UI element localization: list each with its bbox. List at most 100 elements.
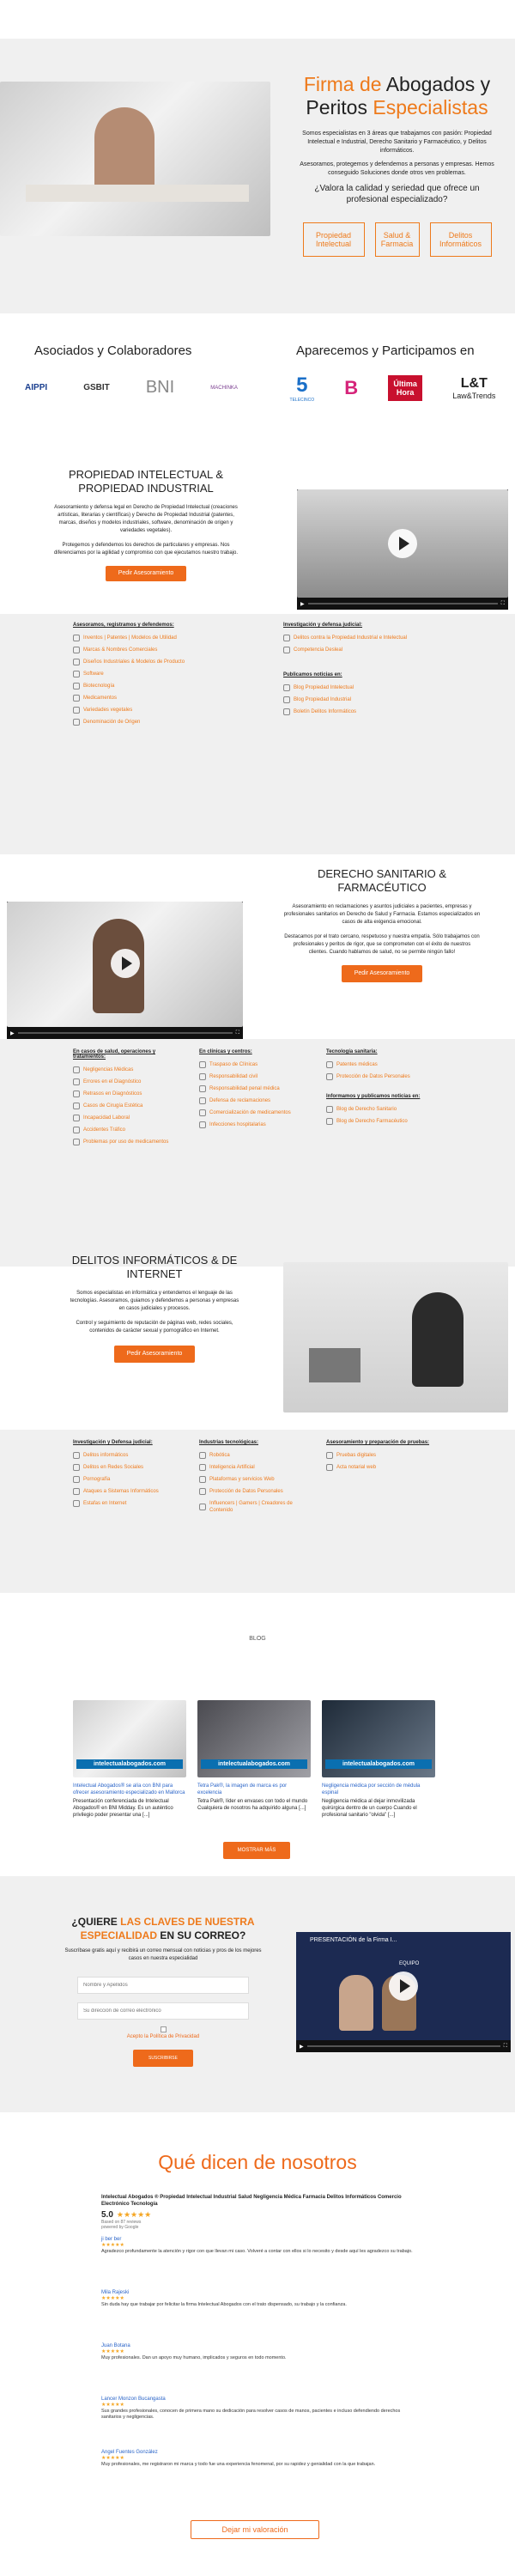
- play-small-icon[interactable]: ▶: [300, 601, 305, 607]
- san-list-3-item-label[interactable]: Protección de Datos Personales: [336, 1073, 410, 1080]
- del-list-2-item[interactable]: Robótica: [199, 1452, 315, 1459]
- pi-list-1-item[interactable]: Software: [73, 671, 236, 677]
- delitos-informaticos-button[interactable]: Delitos Informáticos: [429, 222, 492, 257]
- del-list-2-item-label[interactable]: Inteligencia Artificial: [209, 1464, 255, 1471]
- san-list-1-item-label[interactable]: Retrasos en Diagnósticos: [83, 1091, 142, 1097]
- san-list-1-item[interactable]: Negligencias Médicas: [73, 1066, 185, 1073]
- name-input[interactable]: [77, 1977, 249, 1994]
- san-list-1-item[interactable]: Problemas por uso de medicamentos: [73, 1139, 185, 1145]
- del-list-3-item-label[interactable]: Pruebas digitales: [336, 1452, 376, 1459]
- san-list-2-item[interactable]: Comercialización de medicamentos: [199, 1109, 311, 1116]
- del-list-1-item-label[interactable]: Delitos en Redes Sociales: [83, 1464, 143, 1471]
- san-list-1-item-label[interactable]: Incapacidad Laboral: [83, 1115, 130, 1121]
- video-progress[interactable]: [306, 2045, 500, 2047]
- play-icon[interactable]: [389, 1971, 418, 2001]
- del-list-1-item[interactable]: Delitos informáticos: [73, 1452, 189, 1459]
- del-list-2-item-label[interactable]: Protección de Datos Personales: [209, 1488, 283, 1495]
- pi-list-3-item-label[interactable]: Blog Propiedad Intelectual: [294, 684, 354, 691]
- del-list-3-item[interactable]: Pruebas digitales: [326, 1452, 446, 1459]
- san-list-2-item[interactable]: Responsabilidad civil: [199, 1073, 311, 1080]
- san-list-1-item[interactable]: Accidentes Tráfico: [73, 1127, 185, 1133]
- sanitario-advice-button[interactable]: Pedir Asesoramiento: [342, 965, 422, 982]
- blog-card-2-image[interactable]: intelectualabogados.com: [197, 1700, 311, 1777]
- san-list-4-item-label[interactable]: Blog de Derecho Farmacéutico: [336, 1118, 408, 1125]
- leave-review-button[interactable]: Dejar mi valoración: [191, 2520, 319, 2539]
- san-list-1-item-label[interactable]: Problemas por uso de medicamentos: [83, 1139, 168, 1145]
- del-list-2-item[interactable]: Protección de Datos Personales: [199, 1488, 315, 1495]
- pi-list-1-item-label[interactable]: Software: [83, 671, 104, 677]
- privacy-label[interactable]: Acepto la Política de Privacidad: [127, 2034, 199, 2039]
- pi-advice-button[interactable]: Pedir Asesoramiento: [106, 566, 186, 581]
- san-list-1-item[interactable]: Casos de Cirugía Estética: [73, 1103, 185, 1109]
- san-list-2-item[interactable]: Defensa de reclamaciones: [199, 1097, 311, 1104]
- san-list-3-item[interactable]: Protección de Datos Personales: [326, 1073, 442, 1080]
- san-list-3-item[interactable]: Patentes médicas: [326, 1061, 442, 1068]
- pi-list-1-item[interactable]: Variedades vegetales: [73, 707, 236, 714]
- san-list-1-item[interactable]: Incapacidad Laboral: [73, 1115, 185, 1121]
- pi-list-1-item-label[interactable]: Diseños Industriales & Modelos de Produc…: [83, 659, 185, 665]
- del-list-1-item[interactable]: Pornografía: [73, 1476, 189, 1483]
- pi-list-1-item-label[interactable]: Inventos | Patentes | Modelos de Utilida…: [83, 635, 177, 641]
- del-list-1-item[interactable]: Ataques a Sistemas Informáticos: [73, 1488, 189, 1495]
- pi-list-1-item-label[interactable]: Variedades vegetales: [83, 707, 132, 714]
- del-list-1-item-label[interactable]: Delitos informáticos: [83, 1452, 128, 1459]
- pi-list-1-item-label[interactable]: Biotecnología: [83, 683, 114, 690]
- del-list-1-item[interactable]: Delitos en Redes Sociales: [73, 1464, 189, 1471]
- pi-list-3-item[interactable]: Blog Propiedad Intelectual: [283, 684, 438, 691]
- salud-farmacia-button[interactable]: Salud & Farmacia: [374, 222, 420, 257]
- pi-list-2-item-label[interactable]: Competencia Desleal: [294, 647, 342, 653]
- blog-card-3[interactable]: intelectualabogados.com Negligencia médi…: [322, 1700, 435, 1819]
- fullscreen-icon[interactable]: ⛶: [501, 601, 505, 607]
- del-list-3-item[interactable]: Acta notarial web: [326, 1464, 446, 1471]
- del-list-2-item[interactable]: Influencers | Gamers | Creadores de Cont…: [199, 1500, 315, 1514]
- del-list-1-item-label[interactable]: Estafas en Internet: [83, 1500, 126, 1507]
- san-list-1-item[interactable]: Retrasos en Diagnósticos: [73, 1091, 185, 1097]
- del-list-2-item[interactable]: Plataformas y servicios Web: [199, 1476, 315, 1483]
- san-list-2-item-label[interactable]: Responsabilidad civil: [209, 1073, 258, 1080]
- san-list-2-item[interactable]: Infecciones hospitalarias: [199, 1121, 311, 1128]
- subscribe-button[interactable]: SUSCRIBIRSE: [133, 2050, 193, 2067]
- delitos-advice-button[interactable]: Pedir Asesoramiento: [114, 1346, 195, 1363]
- play-small-icon[interactable]: ▶: [300, 2044, 304, 2050]
- pi-list-1-item[interactable]: Marcas & Nombres Comerciales: [73, 647, 236, 653]
- san-list-4-item[interactable]: Blog de Derecho Sanitario: [326, 1106, 442, 1113]
- play-icon[interactable]: [110, 949, 140, 978]
- san-list-1-item[interactable]: Errores en el Diagnóstico: [73, 1078, 185, 1085]
- san-list-2-item-label[interactable]: Traspaso de Clínicas: [209, 1061, 258, 1068]
- san-list-2-item-label[interactable]: Comercialización de medicamentos: [209, 1109, 291, 1116]
- blog-card-1-title[interactable]: Intelectual Abogados® se alía con BNI pa…: [73, 1783, 186, 1796]
- pi-list-1-item[interactable]: Biotecnología: [73, 683, 236, 690]
- pi-list-2-item[interactable]: Competencia Desleal: [283, 647, 438, 653]
- pi-list-3-item[interactable]: Boletín Delitos Informáticos: [283, 708, 438, 715]
- san-list-1-item-label[interactable]: Accidentes Tráfico: [83, 1127, 125, 1133]
- del-list-1-item-label[interactable]: Pornografía: [83, 1476, 110, 1483]
- san-list-1-item-label[interactable]: Negligencias Médicas: [83, 1066, 133, 1073]
- san-list-1-item-label[interactable]: Errores en el Diagnóstico: [83, 1078, 141, 1085]
- video-controls[interactable]: ▶ ⛶: [296, 2040, 511, 2052]
- blog-card-3-image[interactable]: intelectualabogados.com: [322, 1700, 435, 1777]
- san-list-3-item-label[interactable]: Patentes médicas: [336, 1061, 378, 1068]
- blog-card-2-title[interactable]: Tetra Pak®, la imagen de marca es por ex…: [197, 1783, 311, 1796]
- video-controls[interactable]: ▶ ⛶: [7, 1027, 243, 1039]
- show-more-button[interactable]: MOSTRAR MÁS: [223, 1842, 290, 1859]
- pi-list-1-item[interactable]: Medicamentos: [73, 695, 236, 702]
- video-progress[interactable]: [307, 603, 498, 605]
- pi-list-3-item[interactable]: Blog Propiedad Industrial: [283, 696, 438, 703]
- pi-list-2-item-label[interactable]: Delitos contra la Propiedad Industrial e…: [294, 635, 407, 641]
- propiedad-intelectual-button[interactable]: Propiedad Intelectual: [302, 222, 365, 257]
- sanitario-video[interactable]: ▶ ⛶: [7, 902, 243, 1039]
- pi-list-1-item[interactable]: Diseños Industriales & Modelos de Produc…: [73, 659, 236, 665]
- del-list-2-item-label[interactable]: Robótica: [209, 1452, 230, 1459]
- pi-list-2-item[interactable]: Delitos contra la Propiedad Industrial e…: [283, 635, 438, 641]
- san-list-4-item[interactable]: Blog de Derecho Farmacéutico: [326, 1118, 442, 1125]
- pi-list-1-item-label[interactable]: Denominación de Origen: [83, 719, 140, 726]
- blog-card-1[interactable]: intelectualabogados.com Intelectual Abog…: [73, 1700, 186, 1819]
- email-input[interactable]: [77, 2002, 249, 2020]
- pi-list-1-item-label[interactable]: Medicamentos: [83, 695, 117, 702]
- fullscreen-icon[interactable]: ⛶: [236, 1030, 239, 1036]
- blog-card-3-title[interactable]: Negligencia médica por sección de médula…: [322, 1783, 435, 1796]
- video-controls[interactable]: ▶ ⛶: [297, 598, 508, 610]
- blog-card-1-image[interactable]: intelectualabogados.com: [73, 1700, 186, 1777]
- san-list-2-item[interactable]: Responsabilidad penal médica: [199, 1085, 311, 1092]
- pi-list-1-item-label[interactable]: Marcas & Nombres Comerciales: [83, 647, 157, 653]
